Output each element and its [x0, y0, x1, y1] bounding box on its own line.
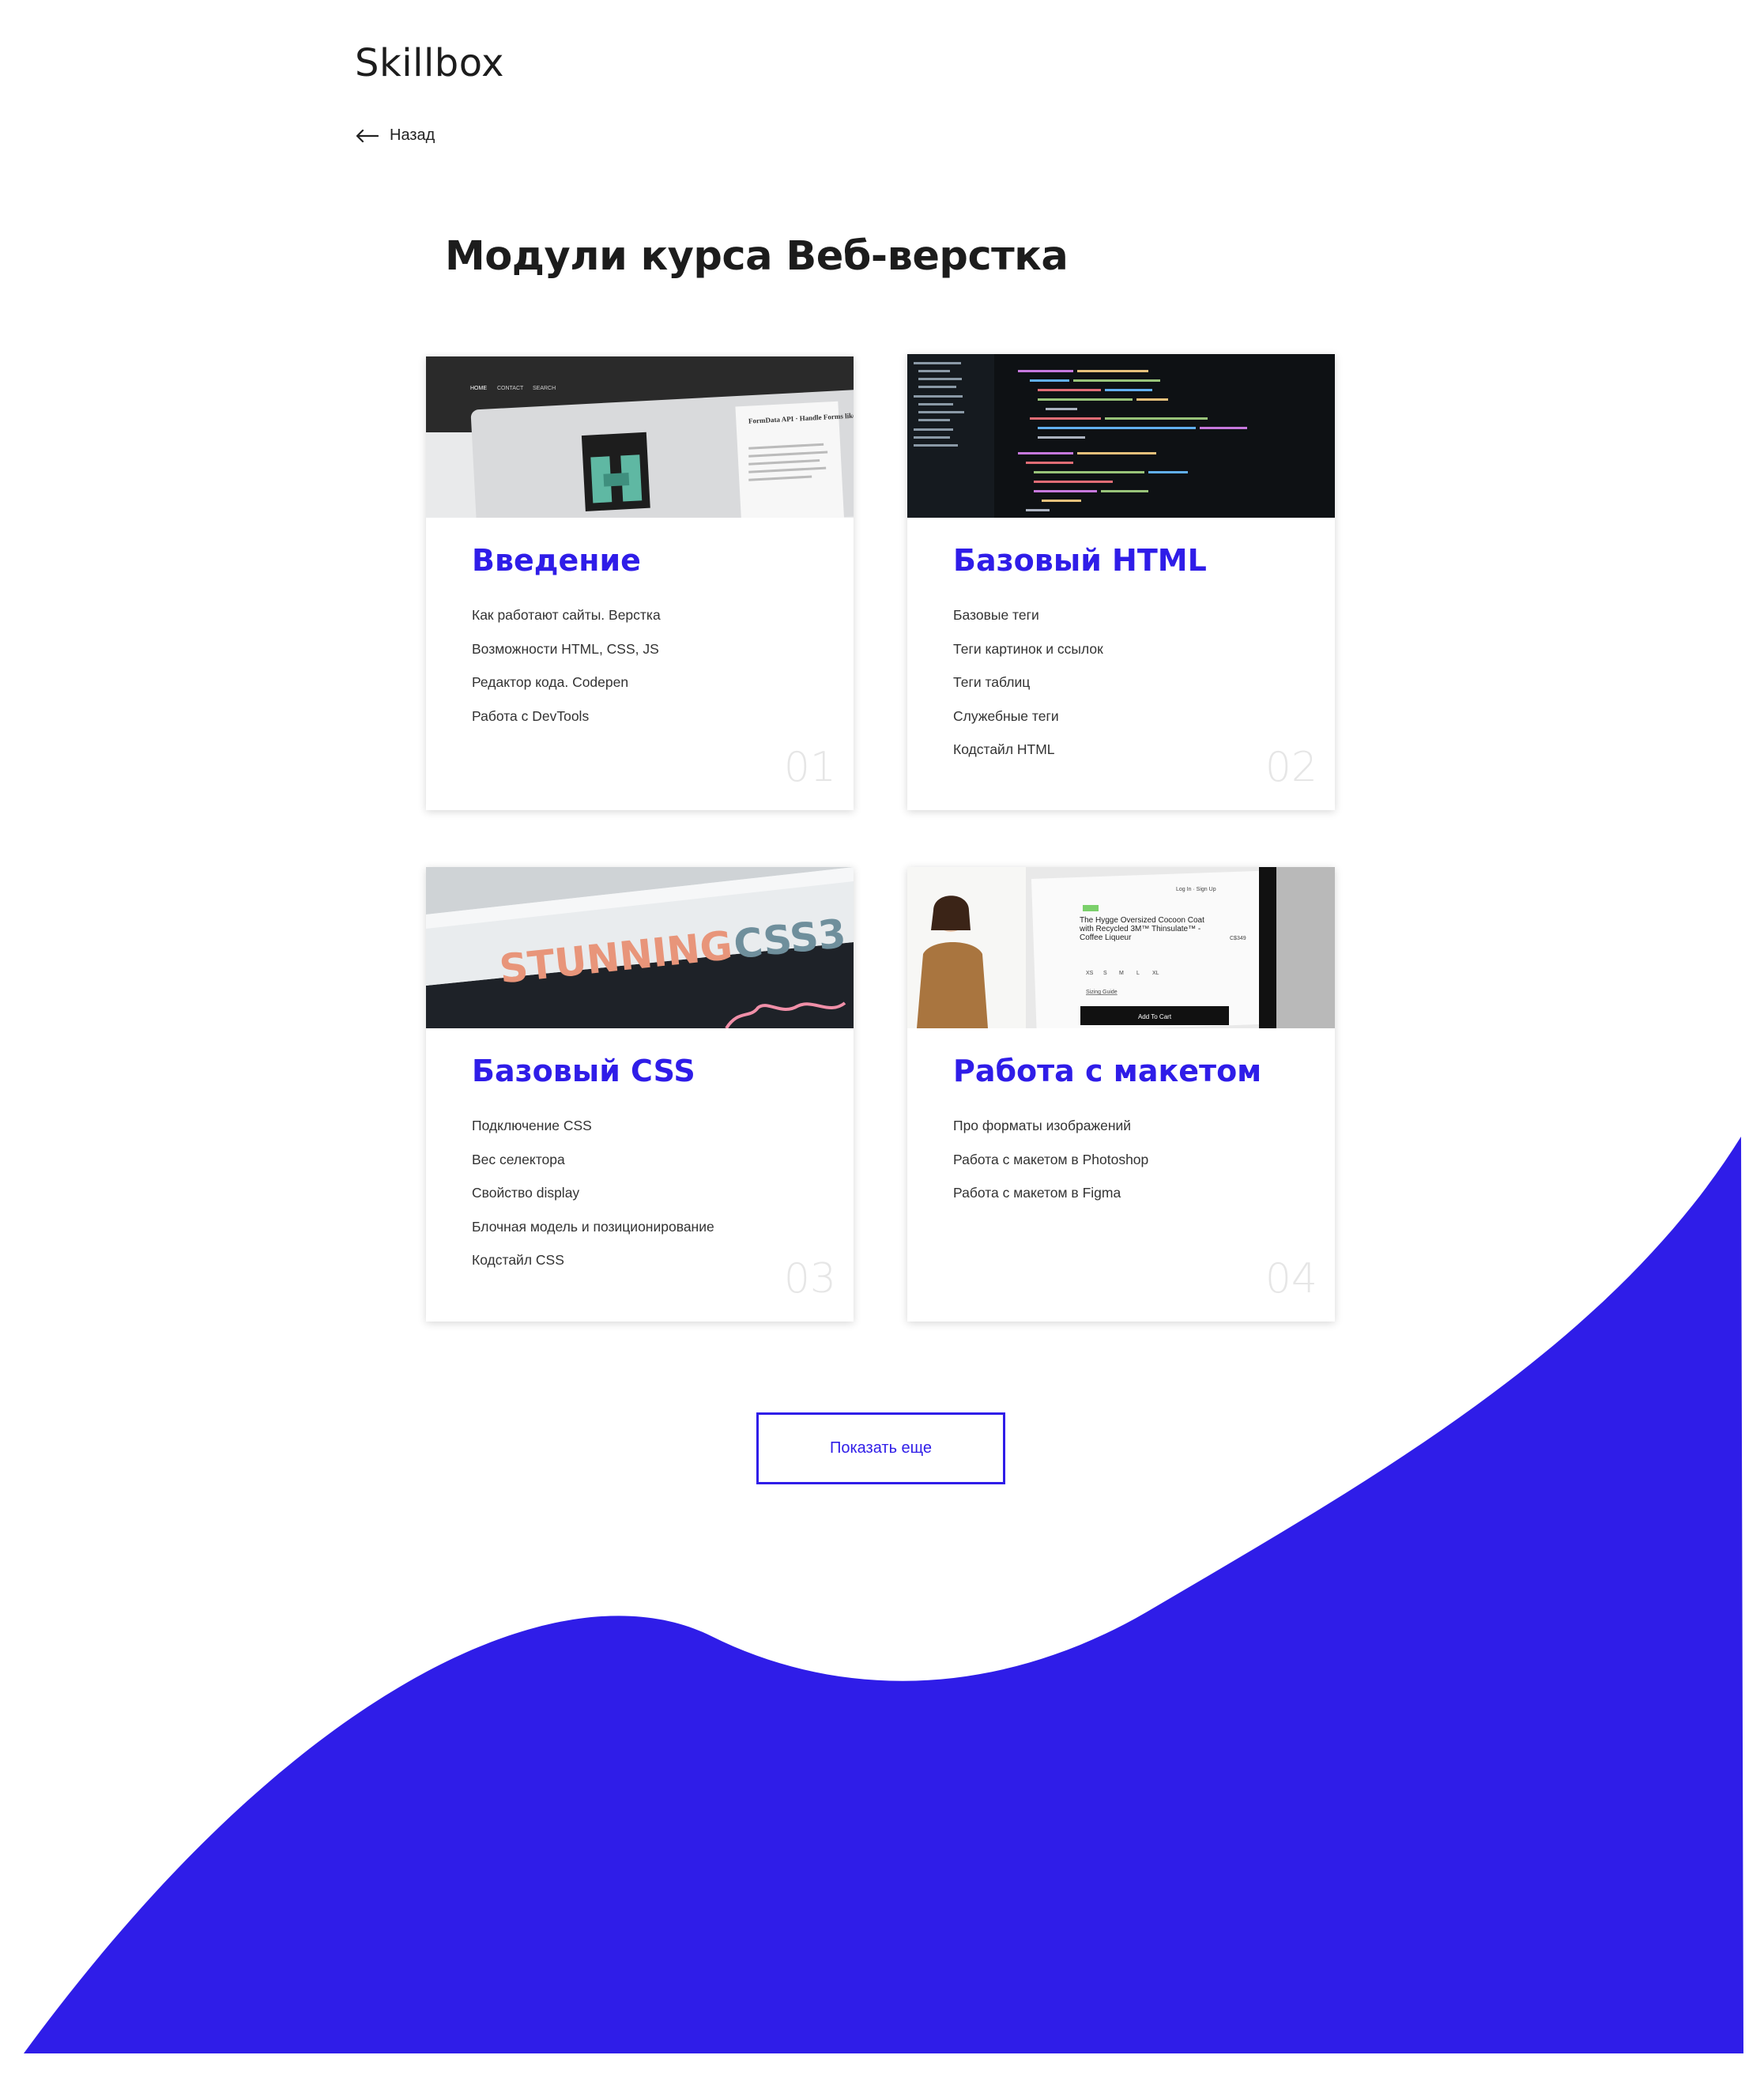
module-title: Введение — [472, 543, 641, 578]
module-topics: Подключение CSS Вес селектора Свойство d… — [472, 1109, 714, 1277]
module-thumbnail: HOME CONTACT SEARCH FormData API · Handl… — [426, 356, 854, 518]
module-title: Базовый HTML — [953, 543, 1207, 578]
svg-text:CONTACT: CONTACT — [497, 386, 524, 391]
svg-text:XS: XS — [1086, 971, 1094, 976]
svg-text:M: M — [1119, 971, 1124, 976]
list-item: Базовые теги — [953, 607, 1039, 623]
list-item: Как работают сайты. Верстка — [472, 607, 661, 623]
list-item: Подключение CSS — [472, 1118, 592, 1133]
list-item: Редактор кода. Codepen — [472, 674, 629, 690]
list-item: Теги таблиц — [953, 674, 1031, 690]
module-number: 01 — [783, 744, 836, 791]
background-wave — [24, 1137, 1743, 2053]
module-thumbnail: STUNNING CSS3 — [426, 867, 854, 1028]
list-item: Вес селектора — [472, 1151, 565, 1167]
arrow-left-icon — [356, 129, 379, 142]
skillbox-logo[interactable]: Skillbox — [355, 41, 504, 85]
svg-text:Sizing Guide: Sizing Guide — [1086, 990, 1118, 995]
module-title: Базовый CSS — [472, 1054, 695, 1088]
back-label: Назад — [390, 126, 435, 144]
module-card-css[interactable]: STUNNING CSS3 Базовый CSS Подключение CS… — [426, 867, 854, 1322]
module-thumbnail — [907, 354, 1335, 518]
svg-text:Add To Cart: Add To Cart — [1138, 1013, 1172, 1020]
svg-text:L: L — [1136, 971, 1140, 976]
list-item: Кодстайл CSS — [472, 1252, 564, 1268]
show-more-button[interactable]: Показать еще — [756, 1412, 1005, 1484]
list-item: Работа с макетом в Photoshop — [953, 1151, 1149, 1167]
list-item: Кодстайл HTML — [953, 741, 1055, 757]
svg-text:HOME: HOME — [470, 386, 487, 391]
module-topics: Как работают сайты. Верстка Возможности … — [472, 598, 661, 733]
back-link[interactable]: Назад — [355, 126, 435, 145]
list-item: Про форматы изображений — [953, 1118, 1132, 1133]
module-number: 03 — [783, 1255, 836, 1303]
svg-text:Log In · Sign Up: Log In · Sign Up — [1176, 887, 1216, 892]
svg-text:XL: XL — [1152, 971, 1159, 976]
list-item: Возможности HTML, CSS, JS — [472, 640, 659, 657]
module-number: 02 — [1265, 744, 1317, 791]
module-title: Работа с макетом — [953, 1054, 1262, 1088]
module-topics: Базовые теги Теги картинок и ссылок Теги… — [953, 598, 1103, 767]
list-item: Свойство display — [472, 1185, 580, 1201]
module-card-intro[interactable]: HOME CONTACT SEARCH FormData API · Handl… — [426, 356, 854, 810]
list-item: Служебные теги — [953, 707, 1059, 724]
module-topics: Про форматы изображений Работа с макетом… — [953, 1109, 1148, 1210]
list-item: Теги картинок и ссылок — [953, 640, 1103, 657]
svg-text:SEARCH: SEARCH — [533, 386, 556, 391]
module-number: 04 — [1265, 1255, 1317, 1303]
list-item: Блочная модель и позиционирование — [472, 1218, 714, 1235]
page-title: Модули курса Веб-верстка — [445, 233, 1069, 280]
module-card-html[interactable]: Базовый HTML Базовые теги Теги картинок … — [907, 354, 1335, 810]
svg-text:S: S — [1103, 971, 1107, 976]
list-item: Работа с DevTools — [472, 707, 590, 724]
module-card-layout[interactable]: Log In · Sign Up The Hygge Oversized Coc… — [907, 867, 1335, 1322]
module-thumbnail: Log In · Sign Up The Hygge Oversized Coc… — [907, 867, 1335, 1028]
list-item: Работа с макетом в Figma — [953, 1185, 1121, 1201]
svg-text:C$349: C$349 — [1230, 936, 1246, 941]
